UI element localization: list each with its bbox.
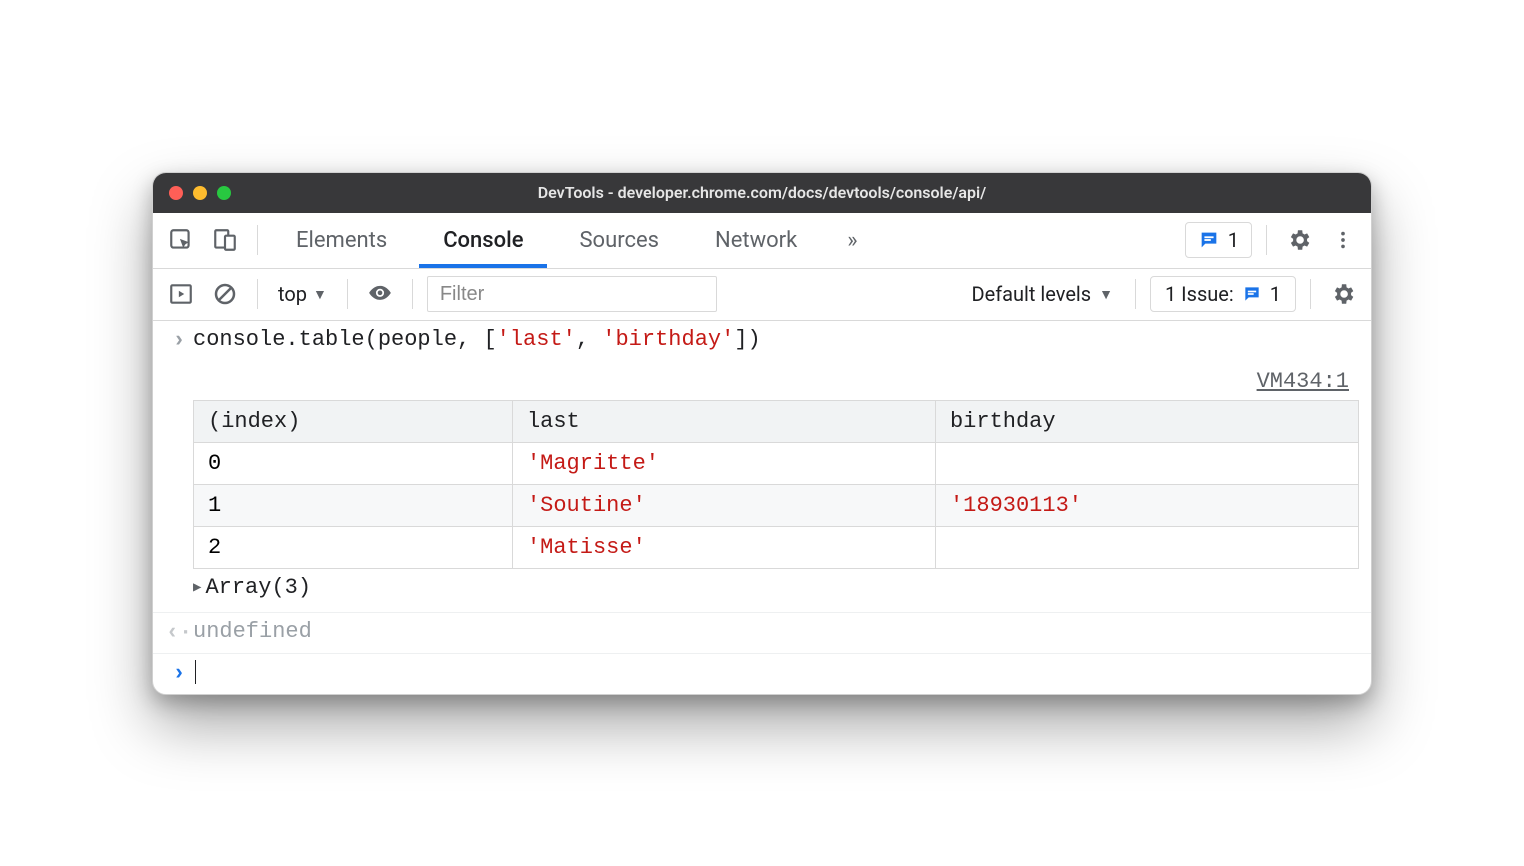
live-expression-icon[interactable] (362, 276, 398, 312)
issues-label: 1 Issue: (1165, 282, 1234, 306)
divider (412, 279, 413, 309)
chevron-down-icon: ▼ (313, 286, 327, 303)
issues-count: 1 (1270, 282, 1281, 306)
tab-label: Sources (579, 228, 659, 253)
output-chevron-icon: ‹· (165, 619, 193, 647)
array-summary[interactable]: ▶ Array(3) (193, 569, 1359, 600)
tab-network[interactable]: Network (691, 212, 821, 268)
cell-value (935, 526, 1358, 568)
device-toolbar-icon[interactable] (207, 222, 243, 258)
settings-icon[interactable] (1281, 222, 1317, 258)
tab-label: Network (715, 228, 797, 253)
code-string: 'last' (497, 327, 576, 352)
clear-console-icon[interactable] (207, 276, 243, 312)
source-link[interactable]: VM434:1 (193, 369, 1359, 394)
divider (1135, 279, 1136, 309)
cell-value: 'Matisse' (512, 526, 935, 568)
divider (257, 279, 258, 309)
code-text: console.table(people, [ (193, 327, 497, 352)
messages-badge[interactable]: 1 (1185, 222, 1252, 258)
tab-label: Elements (296, 228, 387, 253)
table-header[interactable]: last (512, 400, 935, 442)
minimize-window-button[interactable] (193, 186, 207, 200)
traffic-lights (169, 186, 231, 200)
table-header-row: (index) last birthday (194, 400, 1359, 442)
array-summary-label: Array(3) (205, 575, 311, 600)
tab-sources[interactable]: Sources (555, 212, 683, 268)
cell-index: 1 (194, 484, 513, 526)
table-row: 2 'Matisse' (194, 526, 1359, 568)
prompt-chevron-icon: › (165, 660, 193, 688)
console-table-output: VM434:1 (index) last birthday 0 'Magritt… (153, 361, 1371, 613)
console-input-echo: › console.table(people, ['last', 'birthd… (153, 321, 1371, 361)
zoom-window-button[interactable] (217, 186, 231, 200)
return-value: undefined (193, 619, 1359, 644)
chevron-right-double-icon: » (847, 228, 857, 253)
more-tabs-button[interactable]: » (829, 228, 875, 253)
issues-badge[interactable]: 1 Issue: 1 (1150, 276, 1296, 312)
console-toolbar: top ▼ Default levels ▼ 1 Issue: 1 (153, 269, 1371, 321)
context-label: top (278, 282, 307, 306)
table-header[interactable]: birthday (935, 400, 1358, 442)
table-row: 1 'Soutine' '18930113' (194, 484, 1359, 526)
tab-label: Console (443, 228, 523, 253)
divider (1310, 279, 1311, 309)
chevron-down-icon: ▼ (1099, 286, 1113, 303)
filter-input[interactable] (427, 276, 717, 312)
divider (347, 279, 348, 309)
console-settings-icon[interactable] (1325, 276, 1361, 312)
table-row: 0 'Magritte' (194, 442, 1359, 484)
entered-code: console.table(people, ['last', 'birthday… (193, 327, 1359, 352)
close-window-button[interactable] (169, 186, 183, 200)
console-prompt[interactable]: › (153, 654, 1371, 694)
console-return-row: ‹· undefined (153, 613, 1371, 654)
panel-tabs: Elements Console Sources Network » 1 (153, 213, 1371, 269)
log-levels-select[interactable]: Default levels ▼ (963, 282, 1121, 306)
cell-value (935, 442, 1358, 484)
expand-triangle-icon: ▶ (193, 579, 201, 596)
execution-context-select[interactable]: top ▼ (272, 282, 333, 306)
tab-elements[interactable]: Elements (272, 212, 411, 268)
table-header[interactable]: (index) (194, 400, 513, 442)
text-cursor (195, 660, 196, 684)
levels-label: Default levels (971, 282, 1091, 306)
code-text: , (576, 327, 602, 352)
cell-value: '18930113' (935, 484, 1358, 526)
code-text: ]) (734, 327, 760, 352)
cell-value: 'Magritte' (512, 442, 935, 484)
inspect-element-icon[interactable] (163, 222, 199, 258)
console-input[interactable] (193, 660, 1359, 685)
titlebar: DevTools - developer.chrome.com/docs/dev… (153, 173, 1371, 213)
console-output: › console.table(people, ['last', 'birthd… (153, 321, 1371, 694)
devtools-window: DevTools - developer.chrome.com/docs/dev… (152, 172, 1372, 695)
input-chevron-icon: › (165, 327, 193, 355)
kebab-menu-icon[interactable] (1325, 222, 1361, 258)
code-string: 'birthday' (602, 327, 734, 352)
console-table: (index) last birthday 0 'Magritte' 1 'So… (193, 400, 1359, 569)
message-icon (1242, 284, 1262, 304)
toggle-sidebar-icon[interactable] (163, 276, 199, 312)
cell-index: 0 (194, 442, 513, 484)
tab-console[interactable]: Console (419, 212, 547, 268)
cell-value: 'Soutine' (512, 484, 935, 526)
messages-count: 1 (1228, 228, 1239, 252)
message-icon (1198, 229, 1220, 251)
window-title: DevTools - developer.chrome.com/docs/dev… (153, 183, 1371, 202)
divider (1266, 225, 1267, 255)
divider (257, 225, 258, 255)
cell-index: 2 (194, 526, 513, 568)
